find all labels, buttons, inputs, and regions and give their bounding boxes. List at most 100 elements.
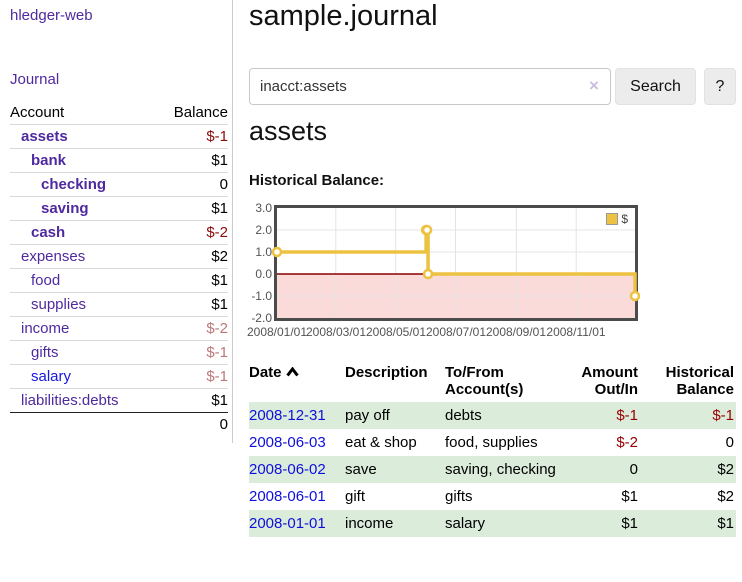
transaction-date-link[interactable]: 2008-01-01 xyxy=(249,515,326,532)
register-col-amount: Amount Out/In xyxy=(578,360,646,402)
transaction-date-link[interactable]: 2008-06-01 xyxy=(249,488,326,505)
account-balance: $2 xyxy=(155,245,228,269)
transaction-balance: 0 xyxy=(646,429,736,456)
transaction-balance: $1 xyxy=(646,510,736,537)
account-row: liabilities:debts $1 xyxy=(10,389,228,413)
account-row: salary $-1 xyxy=(10,365,228,389)
account-row: checking 0 xyxy=(10,173,228,197)
x-tick-label: 2008/07/01 xyxy=(424,325,488,339)
account-row: gifts $-1 xyxy=(10,341,228,365)
account-balance: $-1 xyxy=(155,125,228,149)
plot-area: $ xyxy=(274,205,638,321)
chart-title: Historical Balance: xyxy=(249,172,384,189)
account-link-assets[interactable]: assets xyxy=(21,128,68,145)
account-row: saving $1 xyxy=(10,197,228,221)
historical-balance-chart: 3.0 2.0 1.0 0.0 -1.0 -2.0 xyxy=(249,200,737,350)
accounts-table: Account Balance assets $-1 bank $1 check… xyxy=(10,101,228,436)
search-form: × Search ? xyxy=(249,68,737,105)
account-link-cash[interactable]: cash xyxy=(31,224,65,241)
account-link-bank[interactable]: bank xyxy=(31,152,66,169)
register-col-date[interactable]: Date xyxy=(249,360,345,402)
transaction-description: gift xyxy=(345,483,445,510)
accounts-col-account: Account xyxy=(10,101,155,125)
register-col-accounts: To/From Account(s) xyxy=(445,360,578,402)
transaction-description: eat & shop xyxy=(345,429,445,456)
transaction-date-link[interactable]: 2008-06-03 xyxy=(249,434,326,451)
legend-swatch xyxy=(606,213,618,225)
account-row: food $1 xyxy=(10,269,228,293)
page-title: sample.journal xyxy=(249,0,438,33)
account-row: assets $-1 xyxy=(10,125,228,149)
account-link-gifts[interactable]: gifts xyxy=(31,344,59,361)
transaction-date-link[interactable]: 2008-12-31 xyxy=(249,407,326,424)
account-balance: $-1 xyxy=(155,341,228,365)
transaction-amount: $1 xyxy=(578,483,646,510)
accounts-total-row: 0 xyxy=(10,413,228,437)
transaction-description: pay off xyxy=(345,402,445,429)
account-balance: $1 xyxy=(155,269,228,293)
x-tick-label: 2008/03/01 xyxy=(304,325,368,339)
y-tick-label: 2.0 xyxy=(249,222,272,238)
transaction-accounts: salary xyxy=(445,510,578,537)
transaction-amount: $-1 xyxy=(578,402,646,429)
transaction-description: income xyxy=(345,510,445,537)
register-row: 2008-12-31 pay off debts $-1 $-1 xyxy=(249,402,736,429)
account-link-supplies[interactable]: supplies xyxy=(31,296,86,313)
register-row: 2008-06-02 save saving, checking 0 $2 xyxy=(249,456,736,483)
account-balance: $1 xyxy=(155,149,228,173)
transaction-balance: $-1 xyxy=(646,402,736,429)
account-row: expenses $2 xyxy=(10,245,228,269)
transaction-accounts: saving, checking xyxy=(445,456,578,483)
transaction-accounts: gifts xyxy=(445,483,578,510)
x-tick-label: 2008/05/01 xyxy=(364,325,428,339)
register-row: 2008-06-03 eat & shop food, supplies $-2… xyxy=(249,429,736,456)
account-balance: 0 xyxy=(155,173,228,197)
account-link-saving[interactable]: saving xyxy=(41,200,89,217)
register-col-description: Description xyxy=(345,360,445,402)
search-input[interactable] xyxy=(249,68,611,105)
account-link-checking[interactable]: checking xyxy=(41,176,106,193)
register-row: 2008-06-01 gift gifts $1 $2 xyxy=(249,483,736,510)
account-link-liabilities-debts[interactable]: liabilities:debts xyxy=(21,392,119,409)
transaction-amount: $1 xyxy=(578,510,646,537)
account-link-expenses[interactable]: expenses xyxy=(21,248,85,265)
y-tick-label: -1.0 xyxy=(249,288,272,304)
account-link-salary[interactable]: salary xyxy=(31,368,71,385)
accounts-col-balance: Balance xyxy=(155,101,228,125)
account-balance: $1 xyxy=(155,293,228,317)
account-link-food[interactable]: food xyxy=(31,272,60,289)
x-tick-label: 2008/01/01 xyxy=(245,325,309,339)
account-row: bank $1 xyxy=(10,149,228,173)
y-tick-label: 1.0 xyxy=(249,244,272,260)
accounts-header-row: Account Balance xyxy=(10,101,228,125)
account-balance: $-2 xyxy=(155,221,228,245)
register-table: Date Description To/From Account(s) Amou… xyxy=(249,360,736,537)
account-balance: $1 xyxy=(155,389,228,413)
main-content: sample.journal × Search ? assets Histori… xyxy=(249,0,737,582)
help-button[interactable]: ? xyxy=(704,68,736,105)
sidebar-item-journal[interactable]: Journal xyxy=(10,71,59,88)
transaction-date-link[interactable]: 2008-06-02 xyxy=(249,461,326,478)
y-tick-label: 0.0 xyxy=(249,266,272,282)
transaction-description: save xyxy=(345,456,445,483)
account-balance: $-1 xyxy=(155,365,228,389)
hledger-web-page: hledger-web Journal Account Balance asse… xyxy=(0,0,742,582)
transaction-amount: 0 xyxy=(578,456,646,483)
app-brand-link[interactable]: hledger-web xyxy=(10,7,93,24)
transaction-balance: $2 xyxy=(646,456,736,483)
y-tick-label: 3.0 xyxy=(249,200,272,216)
x-tick-label: 2008/09/01 xyxy=(484,325,548,339)
sidebar-divider xyxy=(232,0,233,443)
register-row: 2008-01-01 income salary $1 $1 xyxy=(249,510,736,537)
sort-ascending-icon xyxy=(286,367,299,377)
chart-canvas xyxy=(277,208,635,318)
x-tick-label: 2008/11/01 xyxy=(544,325,608,339)
account-row: cash $-2 xyxy=(10,221,228,245)
transaction-accounts: debts xyxy=(445,402,578,429)
transaction-balance: $2 xyxy=(646,483,736,510)
account-link-income[interactable]: income xyxy=(21,320,69,337)
register-col-balance: Historical Balance xyxy=(646,360,736,402)
search-button[interactable]: Search xyxy=(615,68,696,105)
account-row: supplies $1 xyxy=(10,293,228,317)
clear-search-icon[interactable]: × xyxy=(589,76,599,96)
